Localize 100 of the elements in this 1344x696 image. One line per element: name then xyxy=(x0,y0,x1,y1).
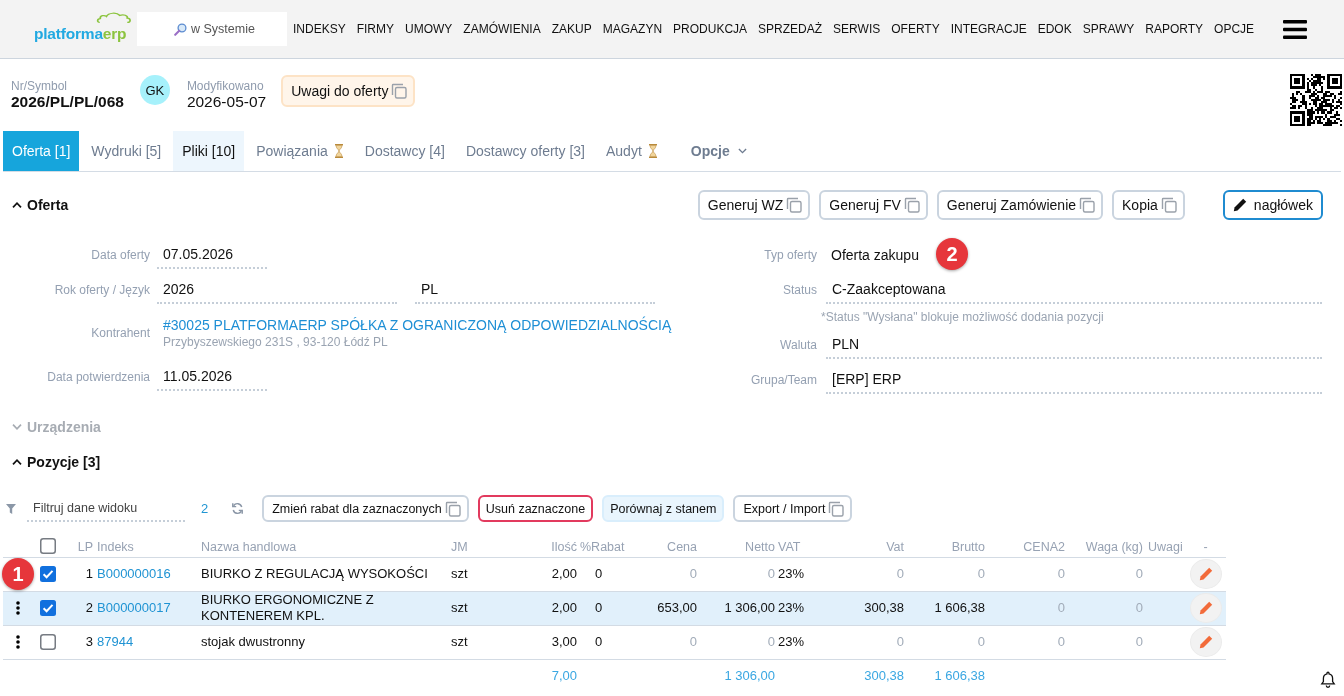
nav-link[interactable]: INDEKSY xyxy=(293,22,346,36)
tab[interactable]: Powiązania xyxy=(247,131,353,171)
table-cell: 2,00 xyxy=(530,591,577,625)
nav-link[interactable]: INTEGRACJE xyxy=(950,22,1027,36)
input-field[interactable]: C-Zaakceptowana xyxy=(826,275,1322,304)
action-button[interactable]: Generuj Zamówienie xyxy=(936,190,1104,220)
input-field[interactable]: [ERP] ERP xyxy=(826,365,1322,394)
notes-button[interactable]: Uwagi do oferty xyxy=(281,75,416,107)
action-button[interactable]: Kopia xyxy=(1112,190,1185,220)
checkbox[interactable] xyxy=(40,634,56,650)
nav-link[interactable]: OPCJE xyxy=(1214,22,1255,36)
input-field[interactable]: PLN xyxy=(826,330,1322,359)
filter-field[interactable]: Filtruj dane widoku xyxy=(27,495,185,522)
checkbox[interactable] xyxy=(40,566,56,582)
column-header: %Rabat xyxy=(577,532,640,557)
action-button[interactable]: Generuj WZ xyxy=(697,190,811,220)
field-label: Status xyxy=(781,282,817,297)
section-toggle[interactable]: Oferta xyxy=(12,193,69,217)
tab[interactable]: Dostawcy oferty [3] xyxy=(456,131,594,171)
edit-button[interactable] xyxy=(1189,593,1222,623)
index-link[interactable]: B000000016 xyxy=(97,566,171,581)
modified-label: Modyfikowano xyxy=(186,79,265,93)
compare-button[interactable]: Porównaj z stanem xyxy=(602,495,725,522)
table-cell: 23% xyxy=(775,557,830,591)
edit-button[interactable] xyxy=(1189,627,1222,657)
column-header: Uwagi xyxy=(1143,532,1185,557)
input-field[interactable]: 11.05.2026 xyxy=(157,362,267,391)
step-marker: 1 xyxy=(2,558,34,590)
delete-button[interactable]: Usuń zaznaczone xyxy=(477,495,594,522)
filter-icon[interactable] xyxy=(6,503,16,514)
nav-link[interactable]: ZAKUP xyxy=(551,22,592,36)
nav-link[interactable]: PRODUKCJA xyxy=(673,22,748,36)
nav-link[interactable]: SERWIS xyxy=(833,22,881,36)
table-cell: 0 xyxy=(904,625,985,659)
bell-icon[interactable] xyxy=(1320,671,1336,688)
search-field[interactable]: w Systemie xyxy=(137,12,287,46)
table-cell: 23% xyxy=(775,591,830,625)
field-label: Typ oferty xyxy=(763,247,817,262)
symbol-value: 2026/PL/PL/068 xyxy=(11,93,124,111)
table-cell: 1 606,38 xyxy=(904,591,985,625)
options-menu[interactable]: Opcje xyxy=(681,131,756,171)
total-cell: 7,00 xyxy=(530,659,577,693)
nav-link[interactable]: ZAMÓWIENIA xyxy=(463,22,541,36)
table-cell: 0 xyxy=(904,557,985,591)
input-field[interactable]: 2026 xyxy=(157,275,397,304)
table-cell: 0 xyxy=(1065,625,1143,659)
nav-link[interactable]: UMOWY xyxy=(405,22,453,36)
column-header: Indeks xyxy=(93,532,195,557)
index-link[interactable]: 87944 xyxy=(97,634,134,649)
input-field[interactable]: PL xyxy=(415,275,655,304)
field-label: Kontrahent xyxy=(90,326,150,340)
table-cell: 0 xyxy=(1065,557,1143,591)
edit-button[interactable] xyxy=(1189,559,1222,589)
copy-icon xyxy=(390,82,409,100)
tab[interactable]: Wydruki [5] xyxy=(82,131,171,171)
table-cell: 23% xyxy=(775,625,830,659)
table-cell: 1 306,00 xyxy=(697,591,775,625)
refresh-icon[interactable] xyxy=(231,502,245,515)
nav-link[interactable]: SPRZEDAŻ xyxy=(758,22,823,36)
total-cell: 1 306,00 xyxy=(697,659,775,693)
table-cell: 0 xyxy=(985,591,1065,625)
avatar: GK xyxy=(139,75,170,105)
table-cell: 2,00 xyxy=(530,557,577,591)
chevron-down-icon xyxy=(12,424,22,430)
pencil-icon xyxy=(1198,635,1213,649)
table-row[interactable]: 3 87944 stojak dwustronny szt 3,00 0 0 0 23% 0 0 0 0 xyxy=(3,625,1226,659)
action-button[interactable]: Zmień rabat dla zaznaczonych xyxy=(262,495,469,522)
section-toggle[interactable]: Pozycje [3] xyxy=(12,450,101,474)
nav-link[interactable]: RAPORTY xyxy=(1145,22,1204,36)
more-icon[interactable] xyxy=(15,635,20,649)
menu-icon[interactable] xyxy=(1283,19,1307,39)
field-value: Oferta zakupu xyxy=(830,246,920,263)
checkbox[interactable] xyxy=(40,537,56,554)
table-row[interactable]: 2 B000000017 BIURKO ERGONOMICZNE Z KONTENEREM KPL. szt 2,00 0 653,00 1 306,00 23% 300,38 1 606,38 0 0 xyxy=(3,591,1226,625)
table-cell: BIURKO Z REGULACJĄ WYSOKOŚCI xyxy=(195,557,445,591)
tab[interactable]: Dostawcy [4] xyxy=(355,131,454,171)
table-cell: 0 xyxy=(577,557,640,591)
step-marker: 2 xyxy=(936,238,968,270)
action-button[interactable]: Generuj FV xyxy=(819,190,928,220)
table-cell: stojak dwustronny xyxy=(195,625,445,659)
edit-header-button[interactable]: nagłówek xyxy=(1222,190,1323,220)
column-header: JM xyxy=(445,532,530,557)
tab[interactable]: Audyt xyxy=(596,131,667,171)
contractor-link[interactable]: #30025 PLATFORMAERP SPÓŁKA Z OGRANICZONĄ ODPOWIEDZIALNOŚCIĄ xyxy=(163,316,672,334)
column-header: Netto xyxy=(697,532,775,557)
input-field[interactable]: 07.05.2026 xyxy=(157,240,267,269)
tab[interactable]: Pliki [10] xyxy=(173,131,245,171)
nav-link[interactable]: MAGAZYN xyxy=(602,22,663,36)
nav-link[interactable]: EDOK xyxy=(1037,22,1072,36)
nav-link[interactable]: SPRAWY xyxy=(1082,22,1135,36)
table-cell: 0 xyxy=(830,625,904,659)
more-icon[interactable] xyxy=(15,601,20,615)
column-header: Nazwa handlowa xyxy=(195,532,445,557)
checkbox[interactable] xyxy=(40,600,56,616)
modified-value: 2026-05-07 xyxy=(186,93,267,111)
nav-link[interactable]: OFERTY xyxy=(891,22,940,36)
nav-link[interactable]: FIRMY xyxy=(356,22,395,36)
table-cell: 0 xyxy=(985,557,1065,591)
action-button[interactable]: Export / Import xyxy=(733,495,853,522)
column-header: Brutto xyxy=(904,532,985,557)
